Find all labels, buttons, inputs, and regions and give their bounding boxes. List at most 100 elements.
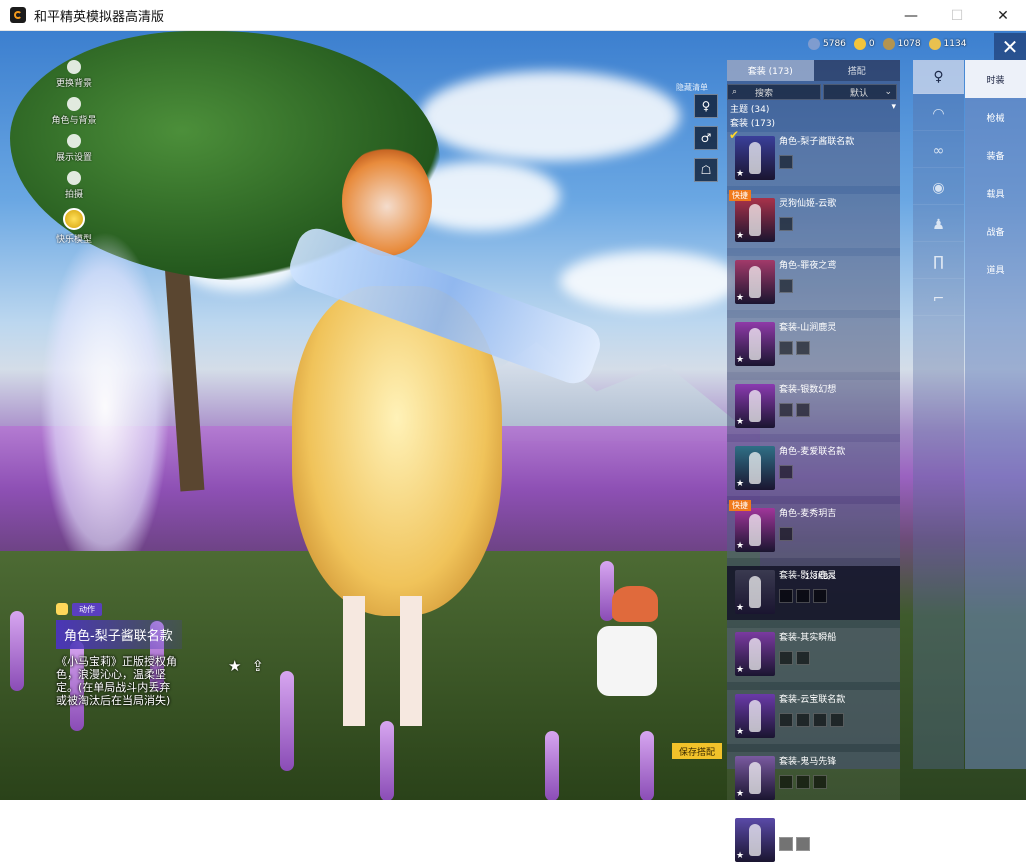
save-outfit-button[interactable]: 保存搭配	[672, 743, 722, 759]
hand-icon	[56, 603, 68, 615]
nav-item[interactable]: 装备	[965, 136, 1026, 174]
outfit-sub-item[interactable]	[779, 713, 793, 727]
left-menu-item[interactable]: 展示设置	[52, 134, 96, 163]
outfit-sub-item[interactable]	[779, 403, 793, 417]
close-window-button[interactable]: ✕	[980, 0, 1026, 31]
star-icon[interactable]: ★	[736, 231, 744, 241]
shoes-icon[interactable]: ⌐	[913, 282, 964, 316]
outfit-sub-item[interactable]	[779, 589, 793, 603]
outfit-sub-item[interactable]	[779, 651, 793, 665]
outfit-sub-item[interactable]	[779, 465, 793, 479]
star-icon[interactable]: ★	[736, 789, 744, 799]
section-theme-label: 主题 (34)	[730, 105, 770, 115]
outfit-thumbnail: ★	[735, 322, 775, 366]
nav-item[interactable]: 枪械	[965, 98, 1026, 136]
outfit-list-item[interactable]: ★ 套装-银数幻想	[727, 380, 900, 434]
sort-select[interactable]: 默认 ⌄	[823, 84, 897, 100]
star-icon[interactable]: ★	[736, 851, 744, 861]
favorite-star-icon[interactable]: ★	[228, 657, 241, 675]
currency-value: 1134	[943, 39, 967, 49]
wardrobe-quick-icon[interactable]: ☖	[694, 158, 718, 182]
outfit-sub-item[interactable]	[779, 527, 793, 541]
nav-item[interactable]: 载具	[965, 174, 1026, 212]
outfit-list-item[interactable]: ★ 套装-鬼马先锋	[727, 752, 900, 806]
outfit-sub-item[interactable]	[779, 279, 793, 293]
pants-icon[interactable]: ∏	[913, 245, 964, 279]
main-nav: 时装 枪械 装备 载具 战备 道具	[965, 60, 1026, 769]
nav-item[interactable]: 道具	[965, 250, 1026, 288]
left-menu-label: 快乐模型	[55, 235, 92, 245]
pose-quick-icon[interactable]: ♂	[694, 126, 718, 150]
outfit-list-item[interactable]: ★ ✔ 角色-梨子酱联名款	[727, 128, 900, 186]
tab-combinations[interactable]: 搭配	[813, 60, 900, 81]
outfit-list-item[interactable]: ★ 角色-罪夜之鸢	[727, 256, 900, 310]
outfit-sub-item[interactable]	[779, 837, 793, 851]
outfit-sub-item[interactable]	[796, 341, 810, 355]
tab-outfits[interactable]: 套装 (173)	[727, 60, 814, 81]
outfit-sub-items	[779, 403, 836, 417]
section-theme[interactable]: 主题 (34) ▾	[727, 102, 900, 115]
share-icon[interactable]: ⇪	[251, 657, 264, 675]
outfit-sub-item[interactable]	[813, 713, 827, 727]
outfit-name: 套装-云宝联名款	[779, 695, 846, 705]
outfit-sub-item[interactable]	[830, 713, 844, 727]
outfit-sub-items	[779, 713, 845, 727]
pet-body	[597, 626, 657, 696]
glasses-icon[interactable]: ∞	[913, 134, 964, 168]
outfit-icon[interactable]: ♀	[913, 60, 964, 94]
action-chip[interactable]: 动作	[56, 602, 102, 616]
left-menu-item[interactable]: 快乐模型	[52, 208, 96, 245]
outfit-list-item[interactable]: ★ 角色-麦爱联名款	[727, 442, 900, 496]
star-icon[interactable]: ★	[736, 603, 744, 613]
left-menu-item[interactable]: 角色与背景	[52, 97, 97, 126]
outfit-list-item[interactable]: ★ 套装-云宝联名款	[727, 690, 900, 744]
star-icon[interactable]: ★	[736, 541, 744, 551]
outfit-sub-item[interactable]	[796, 713, 810, 727]
outfit-list-item[interactable]: ★ 快捷 角色-麦秀玥吉	[727, 500, 900, 558]
nav-item[interactable]: 时装	[965, 60, 1026, 98]
outfit-name: 套装-鬼马先锋	[779, 757, 837, 767]
outfit-list-item[interactable]: ★ 套装-山涧鹿灵	[727, 318, 900, 372]
outfit-sub-item[interactable]	[796, 775, 810, 789]
left-menu-item[interactable]: 更换背景	[52, 60, 96, 89]
outfit-list-item[interactable]: ★ 套装-王兰双韵	[727, 814, 900, 868]
mask-icon[interactable]: ◉	[913, 171, 964, 205]
top-icon[interactable]: ♟	[913, 208, 964, 242]
outfit-sub-items	[779, 651, 836, 665]
outfit-sub-item[interactable]	[796, 403, 810, 417]
outfit-sub-item[interactable]	[779, 217, 793, 231]
star-icon[interactable]: ★	[736, 293, 744, 303]
outfit-list-item[interactable]: ★ 套装-影灯鹿灵 1.8KB/s	[727, 566, 900, 620]
outfit-thumbnail: ★	[735, 694, 775, 738]
outfit-sub-item[interactable]	[813, 775, 827, 789]
left-menu-item[interactable]: 拍摄	[52, 171, 96, 200]
star-icon[interactable]: ★	[736, 169, 744, 179]
minimize-button[interactable]: —	[888, 0, 934, 31]
outfit-thumbnail: ★	[735, 756, 775, 800]
outfit-sub-item[interactable]	[779, 341, 793, 355]
star-icon[interactable]: ★	[736, 479, 744, 489]
close-panel-icon[interactable]: ✕	[994, 33, 1026, 61]
search-input[interactable]: ⌕ 搜索	[727, 84, 821, 100]
character-quick-icon[interactable]: ♀	[694, 94, 718, 118]
lupin-flower	[640, 731, 654, 800]
hide-list-hint[interactable]: 隐藏清单	[676, 82, 708, 93]
outfit-sub-item[interactable]	[796, 651, 810, 665]
outfit-name: 角色-麦秀玥吉	[779, 509, 837, 519]
outfit-sub-item[interactable]	[796, 837, 810, 851]
outfit-sub-item[interactable]	[779, 155, 793, 169]
outfit-sub-item[interactable]	[813, 589, 827, 603]
star-icon[interactable]: ★	[736, 417, 744, 427]
star-icon[interactable]: ★	[736, 665, 744, 675]
outfit-sub-item[interactable]	[796, 589, 810, 603]
nav-item[interactable]: 战备	[965, 212, 1026, 250]
outfit-list-item[interactable]: ★ 快捷 灵狗仙姬-云歌	[727, 190, 900, 248]
player-character[interactable]	[262, 126, 502, 726]
outfit-list-item[interactable]: ★ 套装-其实瞬船	[727, 628, 900, 682]
star-icon[interactable]: ★	[736, 727, 744, 737]
star-icon[interactable]: ★	[736, 355, 744, 365]
outfit-item-body: 角色-梨子酱联名款	[779, 134, 854, 169]
maximize-button[interactable]: ☐	[934, 0, 980, 31]
outfit-sub-item[interactable]	[779, 775, 793, 789]
hat-icon[interactable]: ◠	[913, 97, 964, 131]
